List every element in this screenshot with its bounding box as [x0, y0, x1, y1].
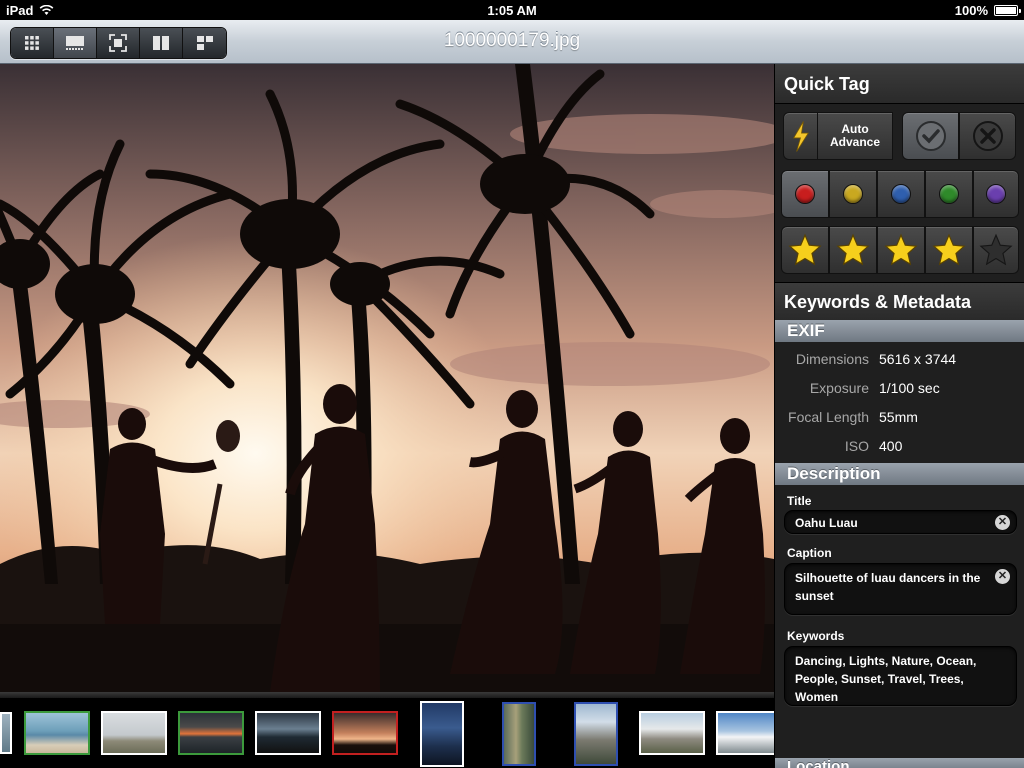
clear-caption-icon[interactable]: ✕: [995, 569, 1010, 584]
keywords-metadata-heading: Keywords & Metadata: [775, 282, 1024, 320]
filmstrip[interactable]: [0, 692, 774, 768]
caption-field-label: Caption: [787, 546, 832, 560]
filmstrip-scrollbar[interactable]: [0, 692, 774, 698]
filmstrip-thumbnail[interactable]: [574, 702, 618, 766]
filmstrip-thumbnail[interactable]: [639, 711, 705, 755]
inspector-panel: Quick Tag Auto Advance Keywords & Metada…: [774, 64, 1024, 768]
keywords-field-label: Keywords: [787, 629, 845, 643]
keywords-field-value: Dancing, Lights, Nature, Ocean, People, …: [795, 654, 977, 704]
sunset-dancers-photo: [0, 64, 774, 692]
star-5-button[interactable]: [973, 226, 1019, 274]
exif-value: 55mm: [879, 409, 918, 425]
color-label-blue-button[interactable]: [877, 170, 925, 218]
auto-advance-row: Auto Advance: [783, 112, 1016, 160]
filmstrip-thumbnail-selected[interactable]: [420, 701, 464, 767]
star-filled-icon: [788, 233, 822, 266]
red-color-dot: [795, 184, 815, 204]
filmstrip-thumbnail[interactable]: [502, 702, 536, 766]
star-rating-row: [781, 226, 1019, 274]
keywords-field[interactable]: Dancing, Lights, Nature, Ocean, People, …: [784, 646, 1017, 706]
toolbar: 1000000179.jpg: [0, 20, 1024, 64]
filmstrip-thumbnail[interactable]: [101, 711, 167, 755]
quick-tag-heading: Quick Tag: [775, 64, 1024, 104]
star-filled-icon: [836, 233, 870, 266]
exif-label: Focal Length: [788, 409, 869, 425]
blue-color-dot: [891, 184, 911, 204]
exif-label: Dimensions: [795, 351, 869, 367]
caption-field-value: Silhouette of luau dancers in the sunset: [795, 571, 981, 603]
filmstrip-thumbnail[interactable]: [178, 711, 244, 755]
exif-value: 400: [879, 438, 903, 454]
clear-title-icon[interactable]: ✕: [995, 515, 1010, 530]
auto-advance-label: Auto Advance: [829, 122, 881, 149]
exif-value: 5616 x 3744: [879, 351, 957, 367]
exif-row-exposure: Exposure 1/100 sec: [775, 374, 1024, 403]
description-section-header: Description: [775, 463, 1024, 485]
caption-field[interactable]: Silhouette of luau dancers in the sunset…: [784, 563, 1017, 615]
exif-section-header: EXIF: [775, 320, 1024, 342]
exif-row-iso: ISO 400: [775, 432, 1024, 461]
exif-label: ISO: [844, 438, 869, 454]
yellow-color-dot: [843, 184, 863, 204]
exif-value: 1/100 sec: [879, 380, 940, 396]
file-name-title: 1000000179.jpg: [443, 30, 581, 51]
filmstrip-thumbnail[interactable]: [255, 711, 321, 755]
main-photo[interactable]: [0, 64, 774, 692]
auto-advance-button[interactable]: Auto Advance: [783, 112, 893, 160]
location-section-header: Location: [775, 758, 1024, 768]
star-4-button[interactable]: [925, 226, 973, 274]
lightning-icon: [793, 113, 818, 159]
color-label-red-button[interactable]: [781, 170, 829, 218]
battery-icon: [994, 5, 1021, 16]
color-label-row: [781, 170, 1019, 218]
green-color-dot: [939, 184, 959, 204]
title-field-value: Oahu Luau: [795, 516, 858, 530]
color-label-green-button[interactable]: [925, 170, 973, 218]
title-field-label: Title: [787, 494, 812, 508]
reject-button[interactable]: [959, 112, 1016, 160]
status-time: 1:05 AM: [487, 3, 537, 18]
title-field[interactable]: Oahu Luau ✕: [784, 510, 1017, 534]
color-label-yellow-button[interactable]: [829, 170, 877, 218]
reject-x-icon: [972, 121, 1003, 151]
status-bar: iPad 1:05 AM 100%: [0, 0, 1024, 20]
star-filled-icon: [884, 233, 918, 266]
filmstrip-thumbnail[interactable]: [716, 711, 774, 755]
star-1-button[interactable]: [781, 226, 829, 274]
exif-label: Exposure: [809, 380, 869, 396]
exif-row-focal-length: Focal Length 55mm: [775, 403, 1024, 432]
filmstrip-thumbnail[interactable]: [332, 711, 398, 755]
filmstrip-thumbnail[interactable]: [0, 712, 12, 754]
exif-row-dimensions: Dimensions 5616 x 3744: [775, 345, 1024, 374]
filmstrip-thumbnail[interactable]: [24, 711, 90, 755]
purple-color-dot: [986, 184, 1006, 204]
star-filled-icon: [932, 233, 966, 266]
battery-percent: 100%: [954, 3, 988, 18]
accept-button[interactable]: [902, 112, 959, 160]
checkmark-icon: [915, 121, 946, 151]
star-3-button[interactable]: [877, 226, 925, 274]
star-empty-icon: [979, 233, 1013, 266]
app-window: iPad 1:05 AM 100% 1000000179.jpg Quick T…: [0, 0, 1024, 768]
star-2-button[interactable]: [829, 226, 877, 274]
color-label-purple-button[interactable]: [973, 170, 1019, 218]
